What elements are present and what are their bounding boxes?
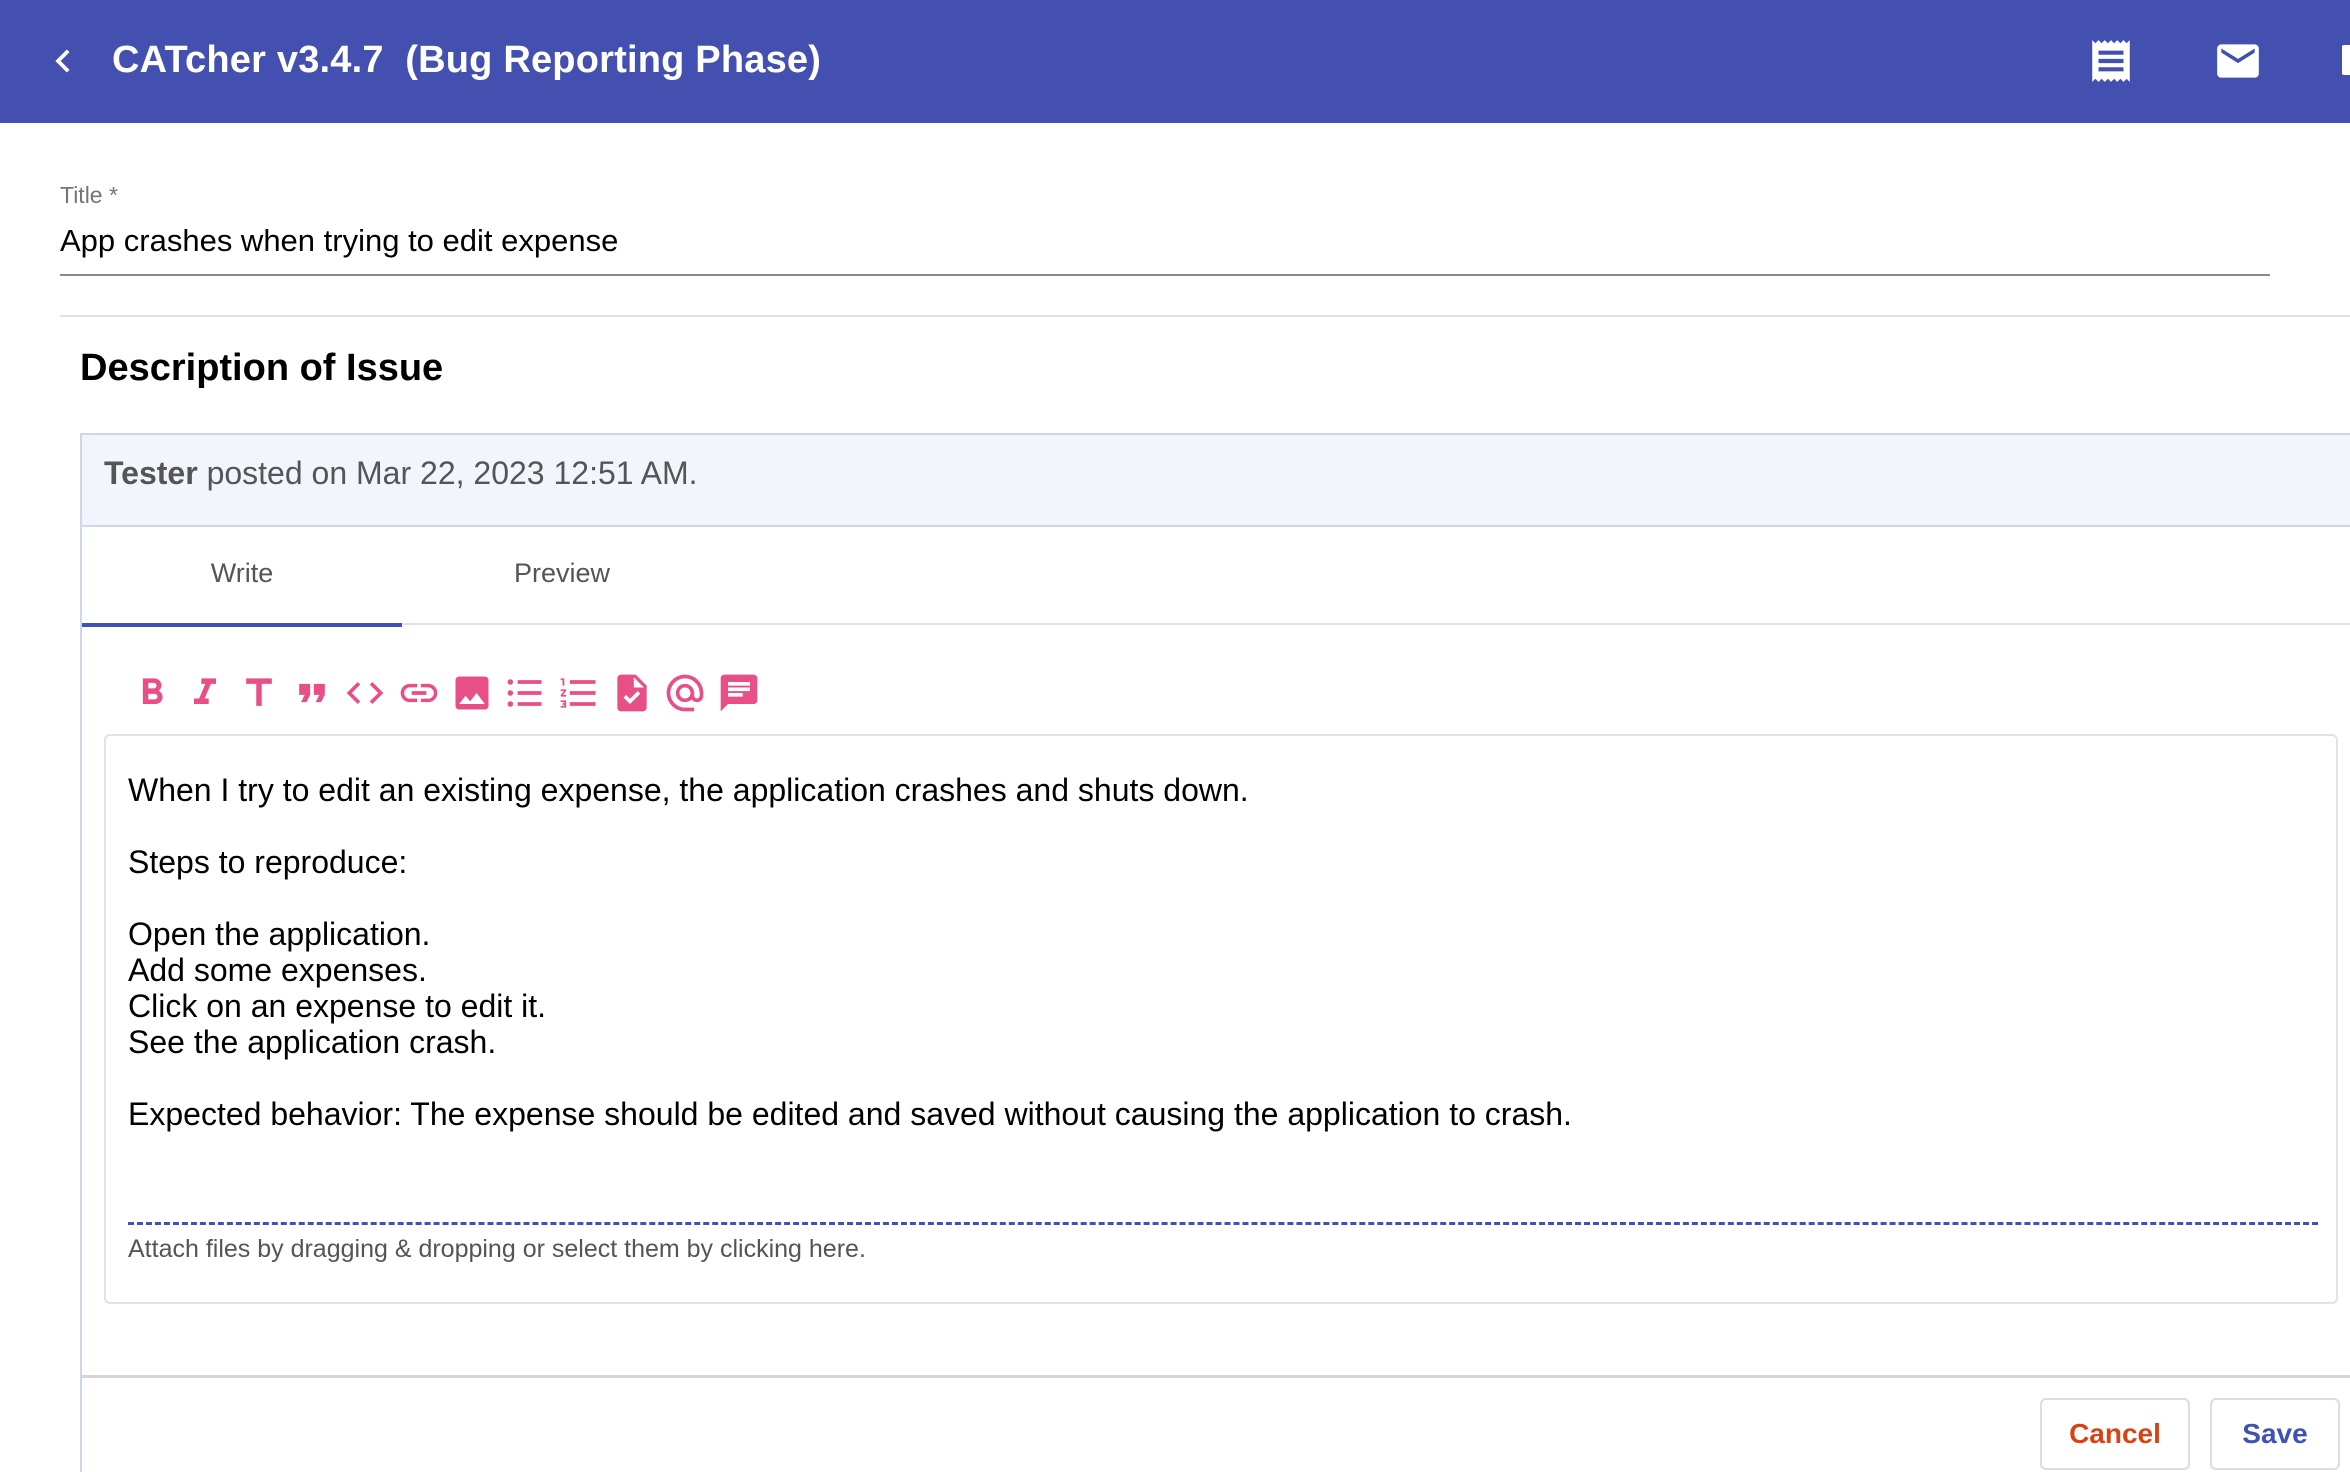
- heading-icon[interactable]: [229, 663, 289, 723]
- title-input[interactable]: [60, 220, 2270, 276]
- numbered-list-icon[interactable]: [549, 663, 609, 723]
- activity-log-icon[interactable]: [2086, 36, 2136, 86]
- description-editor: Attach files by dragging & dropping or s…: [104, 734, 2338, 1304]
- code-icon[interactable]: [335, 663, 395, 723]
- bulleted-list-icon[interactable]: [495, 663, 555, 723]
- task-list-icon[interactable]: [602, 663, 662, 723]
- account-icon-edge[interactable]: [2342, 45, 2350, 75]
- save-button[interactable]: Save: [2210, 1398, 2340, 1470]
- tab-preview-label: Preview: [513, 558, 611, 588]
- link-icon[interactable]: [389, 663, 449, 723]
- posted-info: Tester posted on Mar 22, 2023 12:51 AM.: [104, 451, 698, 495]
- description-card: Tester posted on Mar 22, 2023 12:51 AM. …: [80, 433, 2350, 1472]
- tab-write[interactable]: Write: [82, 529, 402, 627]
- tab-write-label: Write: [210, 558, 274, 588]
- description-heading: Description of Issue: [80, 347, 444, 389]
- saved-reply-icon[interactable]: [709, 663, 769, 723]
- author-name: Tester: [104, 455, 198, 491]
- italic-icon[interactable]: [175, 663, 235, 723]
- mail-icon[interactable]: [2213, 36, 2263, 86]
- quote-icon[interactable]: [282, 663, 342, 723]
- app-toolbar: CATcher v3.4.7 (Bug Reporting Phase): [0, 0, 2350, 123]
- bold-icon[interactable]: [122, 663, 182, 723]
- image-icon[interactable]: [442, 663, 502, 723]
- active-tab-indicator: [82, 623, 402, 627]
- cancel-button[interactable]: Cancel: [2040, 1398, 2190, 1470]
- comment-header: Tester posted on Mar 22, 2023 12:51 AM.: [82, 435, 2350, 527]
- posted-date: posted on Mar 22, 2023 12:51 AM.: [197, 455, 698, 491]
- title-field-label: Title *: [60, 182, 118, 208]
- back-arrow-icon[interactable]: [40, 38, 86, 84]
- footer-divider: [82, 1375, 2350, 1378]
- attach-files-dropzone[interactable]: Attach files by dragging & dropping or s…: [128, 1222, 2318, 1264]
- mention-icon[interactable]: [655, 663, 715, 723]
- tab-preview[interactable]: Preview: [402, 529, 722, 625]
- divider: [60, 315, 2350, 317]
- description-textarea[interactable]: [128, 772, 2308, 1172]
- app-title: CATcher v3.4.7 (Bug Reporting Phase): [112, 39, 822, 81]
- editor-tabs: Write Preview: [82, 529, 2350, 627]
